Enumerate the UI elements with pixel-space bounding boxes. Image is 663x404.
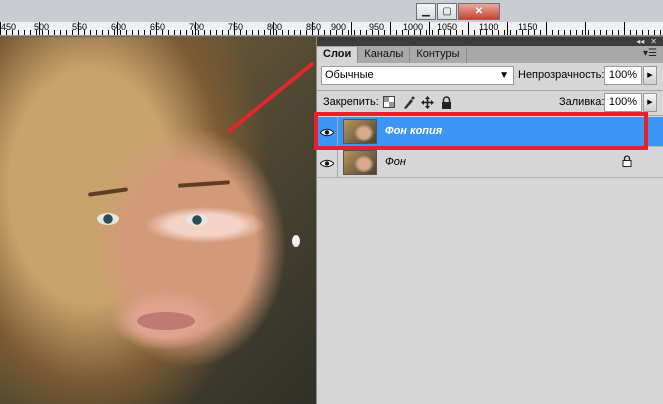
eye-left bbox=[97, 213, 119, 225]
ruler-label: 750 bbox=[228, 22, 244, 32]
ruler-label: 1050 bbox=[437, 22, 458, 32]
ruler-label: 1150 bbox=[518, 22, 538, 32]
layers-panel: ◂◂ ✕ Слои Каналы Контуры ▾☰ Обычные ▼ Не… bbox=[316, 37, 663, 404]
opacity-slider-button[interactable]: ▶ bbox=[643, 66, 657, 85]
fill-slider-button[interactable]: ▶ bbox=[643, 93, 657, 112]
tab-paths[interactable]: Контуры bbox=[410, 47, 467, 63]
visibility-toggle[interactable] bbox=[317, 148, 338, 178]
opacity-label: Непрозрачность: bbox=[518, 69, 605, 81]
tab-layers[interactable]: Слои bbox=[317, 47, 359, 63]
ruler-label: 450 bbox=[1, 22, 17, 32]
ruler-label: 850 bbox=[306, 22, 322, 32]
annotation-highlight-box bbox=[314, 112, 648, 150]
window-titlebar: ▁ ▢ ✕ bbox=[0, 0, 663, 22]
ruler-label: 600 bbox=[111, 22, 127, 32]
restore-button[interactable]: ▢ bbox=[437, 3, 457, 20]
divider bbox=[317, 90, 663, 91]
panel-top-bar: ◂◂ ✕ bbox=[317, 37, 663, 46]
ruler-label: 700 bbox=[189, 22, 205, 32]
blend-mode-value: Обычные bbox=[325, 69, 374, 81]
ruler-label: 1100 bbox=[479, 22, 499, 32]
blend-row: Обычные ▼ Непрозрачность: 100% ▶ bbox=[317, 65, 663, 87]
ruler-label: 1000 bbox=[403, 22, 424, 32]
layer-name: Фон bbox=[385, 156, 406, 168]
ruler-label: 650 bbox=[150, 22, 166, 32]
lock-options bbox=[382, 95, 458, 109]
ruler-label: 800 bbox=[267, 22, 283, 32]
eye-icon bbox=[320, 159, 334, 167]
lock-image-pixels-icon[interactable] bbox=[401, 95, 415, 109]
lock-label: Закрепить: bbox=[323, 96, 379, 108]
panel-close-icon[interactable]: ✕ bbox=[650, 37, 657, 46]
minimize-icon: ▁ bbox=[422, 6, 430, 17]
eyebrow-left bbox=[87, 187, 129, 197]
ruler-label: 950 bbox=[369, 22, 385, 32]
lock-all-icon[interactable] bbox=[439, 95, 453, 109]
close-icon: ✕ bbox=[474, 6, 484, 17]
collapse-icon[interactable]: ◂◂ bbox=[636, 37, 644, 46]
panel-menu-icon[interactable]: ▾☰ bbox=[643, 48, 657, 59]
ruler-label: 550 bbox=[72, 22, 88, 32]
lock-icon bbox=[622, 155, 632, 170]
lock-row: Закрепить: Заливка: 100% ▶ bbox=[317, 93, 663, 113]
layers-list: Фон копия Фон bbox=[317, 115, 663, 404]
fill-label: Заливка: bbox=[559, 96, 605, 108]
opacity-field[interactable]: 100% bbox=[604, 66, 642, 85]
window-controls: ▁ ▢ ✕ bbox=[416, 3, 501, 20]
blend-mode-select[interactable]: Обычные ▼ bbox=[321, 66, 514, 85]
chevron-down-icon: ▼ bbox=[499, 70, 509, 81]
tab-channels[interactable]: Каналы bbox=[358, 47, 411, 63]
eyebrow-right bbox=[177, 180, 231, 188]
ruler-label: 900 bbox=[331, 22, 347, 32]
restore-icon: ▢ bbox=[442, 6, 452, 17]
earring bbox=[292, 235, 300, 247]
eye-right bbox=[186, 214, 208, 226]
ruler-label: 500 bbox=[34, 22, 50, 32]
document-canvas-photo[interactable] bbox=[0, 37, 316, 404]
panel-tabs: Слои Каналы Контуры ▾☰ bbox=[317, 46, 663, 63]
layer-row-fon[interactable]: Фон bbox=[317, 148, 663, 178]
horizontal-ruler[interactable]: 450 500 550 600 650 700 750 800 850 900 … bbox=[0, 22, 663, 36]
minimize-button[interactable]: ▁ bbox=[416, 3, 436, 20]
close-button[interactable]: ✕ bbox=[458, 3, 500, 20]
lips bbox=[137, 312, 195, 330]
lock-position-icon[interactable] bbox=[420, 95, 434, 109]
lock-transparent-pixels-icon[interactable] bbox=[382, 95, 396, 109]
fill-field[interactable]: 100% bbox=[604, 93, 642, 112]
layer-thumbnail bbox=[343, 150, 377, 175]
